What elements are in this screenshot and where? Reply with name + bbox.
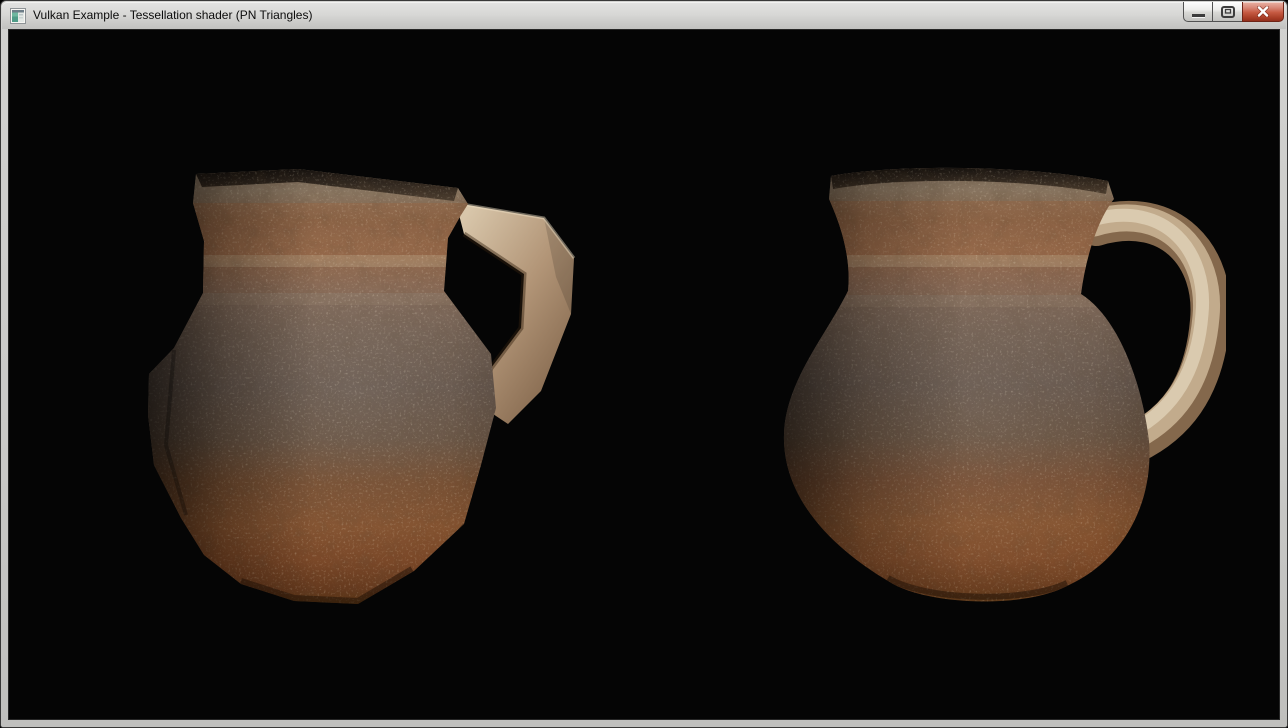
window-title: Vulkan Example - Tessellation shader (PN… <box>33 2 312 29</box>
maximize-icon <box>1221 6 1235 18</box>
jug-low-poly <box>144 155 594 615</box>
minimize-button[interactable] <box>1183 2 1213 22</box>
close-button[interactable] <box>1242 2 1284 22</box>
maximize-button[interactable] <box>1212 2 1243 22</box>
jug-tessellated <box>776 151 1226 621</box>
vulkan-example-window: Vulkan Example - Tessellation shader (PN… <box>0 0 1288 728</box>
app-icon <box>10 8 26 24</box>
render-viewport[interactable] <box>8 29 1280 720</box>
minimize-icon <box>1192 14 1205 17</box>
window-controls <box>1183 2 1284 22</box>
titlebar[interactable]: Vulkan Example - Tessellation shader (PN… <box>2 2 1286 29</box>
close-icon <box>1257 6 1269 17</box>
